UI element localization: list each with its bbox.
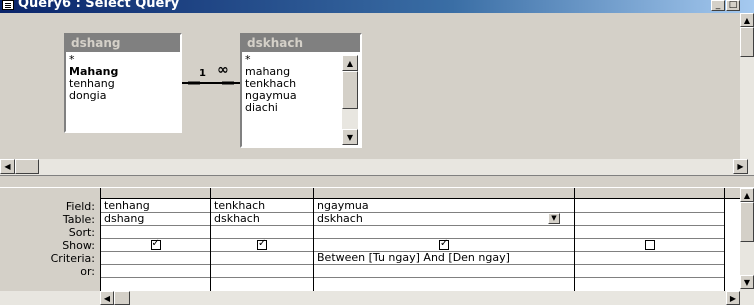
- field-list-dshang[interactable]: dshang * Mahang tenhang dongia: [64, 33, 182, 133]
- table-title-dskhach[interactable]: dskhach: [242, 35, 360, 52]
- row-label-or: or:: [80, 265, 95, 278]
- field-cell[interactable]: tenkhach: [211, 200, 313, 213]
- field-list: * mahang tenkhach ngaymua diachi: [242, 52, 340, 116]
- pane-splitter[interactable]: [0, 175, 754, 188]
- row-label-sort: Sort:: [68, 226, 95, 239]
- scroll-up-button[interactable]: ▲: [342, 55, 358, 71]
- column-selector[interactable]: [725, 188, 740, 199]
- show-checkbox[interactable]: [150, 239, 161, 250]
- column-selector[interactable]: [575, 188, 724, 199]
- grid-column: ngaymua dskhach ▼ Between [Tu ngay] And …: [313, 188, 574, 291]
- relationship-many-label: ∞: [217, 62, 229, 78]
- field-list: * Mahang tenhang dongia: [66, 52, 180, 104]
- sort-cell[interactable]: [101, 226, 210, 239]
- scroll-right-button[interactable]: ▶: [726, 291, 740, 305]
- criteria-cell[interactable]: [211, 252, 313, 265]
- table-cell[interactable]: [575, 213, 724, 226]
- scroll-thumb[interactable]: [740, 27, 754, 57]
- grid-column: tenkhach dskhach: [210, 188, 313, 291]
- grid-column: [574, 188, 724, 291]
- field-item[interactable]: dongia: [69, 90, 177, 102]
- scroll-right-button[interactable]: ▶: [733, 159, 748, 174]
- show-checkbox[interactable]: [439, 239, 449, 250]
- field-cell[interactable]: ngaymua: [314, 200, 574, 213]
- criteria-cell[interactable]: [101, 252, 210, 265]
- scroll-thumb[interactable]: [15, 159, 39, 174]
- query-icon: [2, 0, 14, 10]
- or-cell[interactable]: [101, 265, 210, 278]
- design-grid: Field: Table: Sort: Show: Criteria: or: …: [0, 188, 740, 291]
- scroll-thumb[interactable]: [740, 202, 754, 242]
- column-selector[interactable]: [211, 188, 313, 199]
- grid-horizontal-scrollbar[interactable]: ◀ ▶: [0, 291, 754, 305]
- show-checkbox[interactable]: [257, 239, 267, 250]
- column-selector[interactable]: [101, 188, 210, 199]
- show-cell: [211, 239, 313, 252]
- show-cell: [101, 239, 210, 252]
- table-title-dshang[interactable]: dshang: [66, 35, 180, 52]
- relationship-one-label: 1: [199, 68, 206, 79]
- scroll-left-button[interactable]: ◀: [0, 159, 15, 174]
- grid-column: [724, 188, 740, 291]
- scroll-down-button[interactable]: ▼: [740, 275, 754, 289]
- table-design-area: dshang * Mahang tenhang dongia 1 ∞ dskha…: [0, 13, 740, 183]
- dropdown-arrow-icon[interactable]: ▼: [548, 213, 560, 224]
- grid-vertical-scrollbar[interactable]: ▲ ▼: [740, 188, 754, 291]
- window-controls: _ □: [711, 0, 740, 13]
- table-value[interactable]: dskhach: [317, 213, 363, 225]
- table-cell[interactable]: dskhach: [211, 213, 313, 226]
- scroll-left-button[interactable]: ◀: [100, 291, 114, 305]
- field-cell[interactable]: [575, 200, 724, 213]
- field-list-dskhach[interactable]: dskhach * mahang tenkhach ngaymua diachi…: [240, 33, 362, 148]
- scroll-thumb[interactable]: [342, 71, 358, 109]
- scroll-up-button[interactable]: ▲: [740, 13, 754, 27]
- table-cell: dskhach ▼: [314, 213, 574, 226]
- row-label-show: Show:: [62, 239, 95, 252]
- show-cell: [314, 239, 574, 252]
- title-bar: Query6 : Select Query _ □: [0, 0, 754, 13]
- minimize-button[interactable]: _: [711, 0, 725, 11]
- row-label-table: Table:: [62, 213, 95, 226]
- field-cell[interactable]: tenhang: [101, 200, 210, 213]
- sort-cell[interactable]: [314, 226, 574, 239]
- scroll-thumb[interactable]: [114, 291, 130, 305]
- upper-horizontal-scrollbar[interactable]: ◀ ▶: [0, 159, 754, 175]
- sort-cell[interactable]: [211, 226, 313, 239]
- window-title: Query6 : Select Query: [18, 0, 180, 11]
- relationship-line[interactable]: [182, 63, 242, 93]
- field-item[interactable]: diachi: [245, 102, 337, 114]
- field-list-scrollbar[interactable]: ▲ ▼: [342, 55, 358, 145]
- row-label-criteria: Criteria:: [50, 252, 95, 265]
- criteria-cell[interactable]: Between [Tu ngay] And [Den ngay]: [314, 252, 574, 265]
- or-cell[interactable]: [314, 265, 574, 278]
- show-cell: [575, 239, 724, 252]
- criteria-cell[interactable]: [575, 252, 724, 265]
- column-selector[interactable]: [314, 188, 574, 199]
- sort-cell[interactable]: [575, 226, 724, 239]
- scroll-up-button[interactable]: ▲: [740, 188, 754, 202]
- table-cell[interactable]: dshang: [101, 213, 210, 226]
- or-cell[interactable]: [575, 265, 724, 278]
- row-label-field: Field:: [65, 200, 95, 213]
- scroll-down-button[interactable]: ▼: [342, 129, 358, 145]
- grid-column: tenhang dshang: [100, 188, 210, 291]
- show-checkbox[interactable]: [644, 240, 655, 250]
- or-cell[interactable]: [211, 265, 313, 278]
- maximize-button[interactable]: □: [726, 0, 740, 11]
